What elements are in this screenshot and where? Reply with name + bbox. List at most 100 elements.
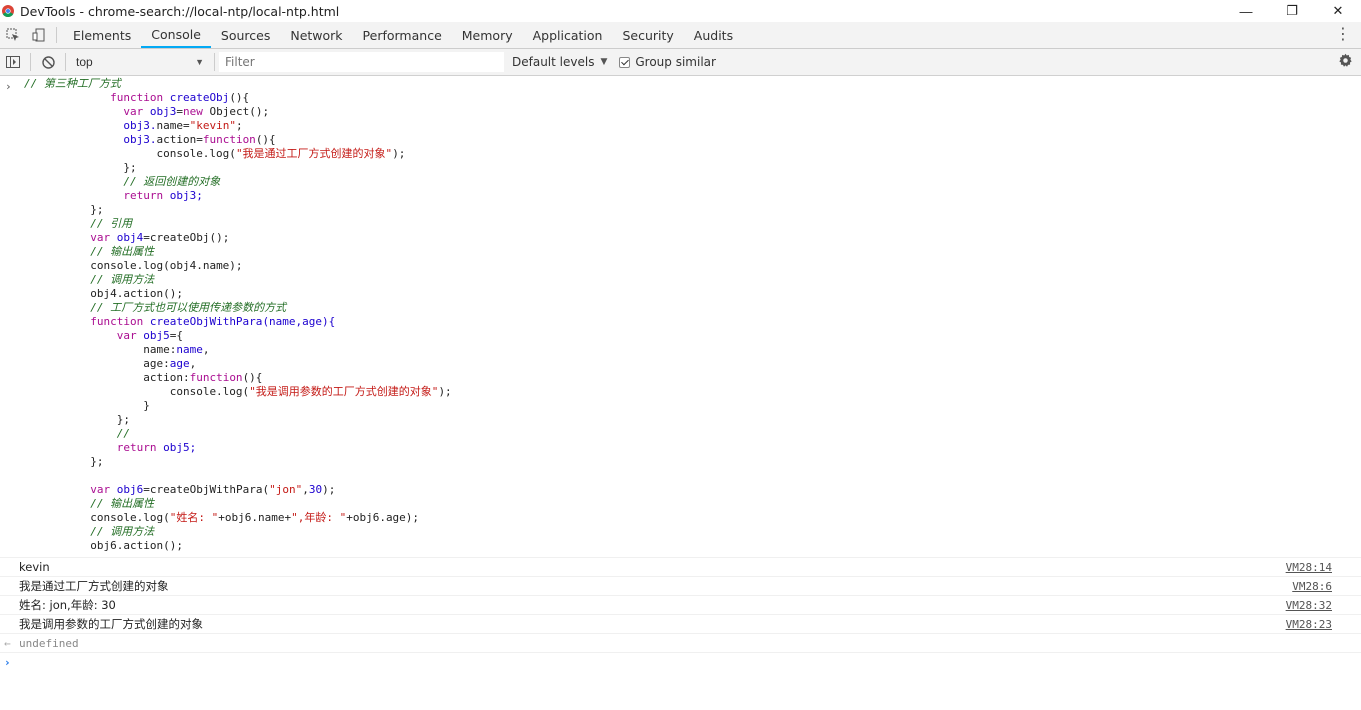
console-message-text: kevin	[19, 560, 50, 574]
code-token: // 调用方法	[90, 525, 155, 538]
filter-input[interactable]	[219, 52, 504, 72]
group-similar-option[interactable]: Group similar	[619, 55, 716, 69]
code-token: console.log(obj4.name);	[90, 259, 243, 272]
code-line: function createObjWithPara(name,age){	[24, 315, 1361, 329]
code-token: name:	[143, 343, 177, 356]
tab-performance[interactable]: Performance	[353, 22, 452, 48]
clear-console-icon[interactable]	[35, 49, 61, 75]
log-levels-dropdown[interactable]: Default levels ▼	[512, 55, 607, 69]
code-token: // 输出属性	[90, 497, 155, 510]
code-line: return obj3;	[24, 189, 1361, 203]
code-token: function	[110, 91, 170, 104]
code-token: name	[176, 343, 203, 356]
code-token: var	[123, 105, 150, 118]
code-token: };	[90, 203, 104, 216]
code-token: var	[90, 231, 117, 244]
tab-network[interactable]: Network	[280, 22, 352, 48]
code-line: };	[24, 203, 1361, 217]
toolbar-divider	[214, 53, 215, 71]
code-token: ,	[189, 357, 197, 370]
code-token: (){	[255, 133, 276, 146]
device-toolbar-icon[interactable]	[26, 22, 52, 48]
code-token: return	[116, 441, 164, 454]
code-token: };	[123, 161, 137, 174]
code-line: var obj3=new Object();	[24, 105, 1361, 119]
tab-audits[interactable]: Audits	[684, 22, 743, 48]
console-toolbar: top ▼ Default levels ▼ Group similar	[0, 49, 1361, 76]
source-link[interactable]: VM28:6	[1292, 577, 1332, 596]
code-token: obj4.action();	[90, 287, 183, 300]
code-token: obj5;	[163, 441, 197, 454]
code-token: =	[176, 105, 183, 118]
code-token: ,	[202, 343, 210, 356]
tab-memory[interactable]: Memory	[452, 22, 523, 48]
code-token: =createObj();	[143, 231, 230, 244]
console-output[interactable]: › // 第三种工厂方式 function createObj(){ var o…	[0, 77, 1361, 710]
code-line: // 输出属性	[24, 245, 1361, 259]
toolbar-divider	[30, 53, 31, 71]
code-token: obj3.	[123, 133, 157, 146]
tab-elements[interactable]: Elements	[63, 22, 141, 48]
code-token: Object();	[209, 105, 270, 118]
code-line: };	[24, 413, 1361, 427]
source-link[interactable]: VM28:32	[1286, 596, 1332, 615]
console-prompt[interactable]: ›	[0, 653, 1361, 672]
source-link[interactable]: VM28:14	[1286, 558, 1332, 577]
console-message-text: 我是调用参数的工厂方式创建的对象	[19, 617, 203, 631]
console-result: ← undefined	[0, 634, 1361, 653]
group-similar-checkbox[interactable]	[619, 56, 631, 68]
tab-security[interactable]: Security	[612, 22, 683, 48]
code-token: );	[438, 385, 452, 398]
close-button[interactable]: ✕	[1315, 0, 1361, 22]
code-token: // 工厂方式也可以使用传递参数的方式	[90, 301, 287, 314]
code-line: console.log("姓名: "+obj6.name+",年龄: "+obj…	[24, 511, 1361, 525]
tab-sources[interactable]: Sources	[211, 22, 280, 48]
devtools-tabbar: Elements Console Sources Network Perform…	[0, 22, 1361, 49]
code-token: createObjWithPara	[149, 315, 263, 328]
group-similar-label: Group similar	[635, 55, 716, 69]
code-block: // 第三种工厂方式 function createObj(){ var obj…	[24, 77, 1361, 553]
console-message: kevin VM28:14	[0, 558, 1361, 577]
code-token: obj3	[149, 105, 177, 118]
code-line: // 输出属性	[24, 497, 1361, 511]
more-options-icon[interactable]: ⋮	[1335, 26, 1351, 44]
code-line: var obj5={	[24, 329, 1361, 343]
code-line: console.log(obj4.name);	[24, 259, 1361, 273]
code-token: console.log(	[156, 147, 236, 160]
toolbar-divider	[56, 27, 57, 43]
code-token: ",年龄: "	[291, 511, 347, 524]
tab-console[interactable]: Console	[141, 22, 211, 48]
source-link[interactable]: VM28:23	[1286, 615, 1332, 634]
code-line: console.log("我是通过工厂方式创建的对象");	[24, 147, 1361, 161]
code-line: }	[24, 399, 1361, 413]
tab-application[interactable]: Application	[523, 22, 613, 48]
dropdown-arrow-icon: ▼	[195, 57, 204, 67]
code-token: obj6	[116, 483, 144, 496]
window-titlebar: DevTools - chrome-search://local-ntp/loc…	[0, 0, 1361, 22]
code-line: var obj6=createObjWithPara("jon",30);	[24, 483, 1361, 497]
code-line: };	[24, 455, 1361, 469]
maximize-button[interactable]: ❐	[1269, 0, 1315, 22]
code-line: // 调用方法	[24, 273, 1361, 287]
console-settings-icon[interactable]	[1338, 53, 1353, 71]
minimize-button[interactable]: —	[1223, 0, 1269, 22]
code-token: ={	[169, 329, 183, 342]
context-selector[interactable]: top ▼	[70, 52, 210, 72]
code-token: }	[143, 399, 150, 412]
code-token: action=	[156, 133, 203, 146]
code-token: var	[90, 483, 117, 496]
code-token: );	[392, 147, 406, 160]
code-line: obj6.action();	[24, 539, 1361, 553]
code-token: //	[116, 427, 130, 440]
window-title: DevTools - chrome-search://local-ntp/loc…	[20, 3, 340, 19]
inspect-element-icon[interactable]	[0, 22, 26, 48]
sidebar-toggle-icon[interactable]	[0, 49, 26, 75]
code-token: (){	[242, 371, 263, 384]
code-token: };	[116, 413, 130, 426]
code-line: };	[24, 161, 1361, 175]
code-token: ,	[302, 483, 309, 496]
code-token: +obj6.age);	[346, 511, 420, 524]
code-line: // 引用	[24, 217, 1361, 231]
code-token: return	[123, 189, 170, 202]
